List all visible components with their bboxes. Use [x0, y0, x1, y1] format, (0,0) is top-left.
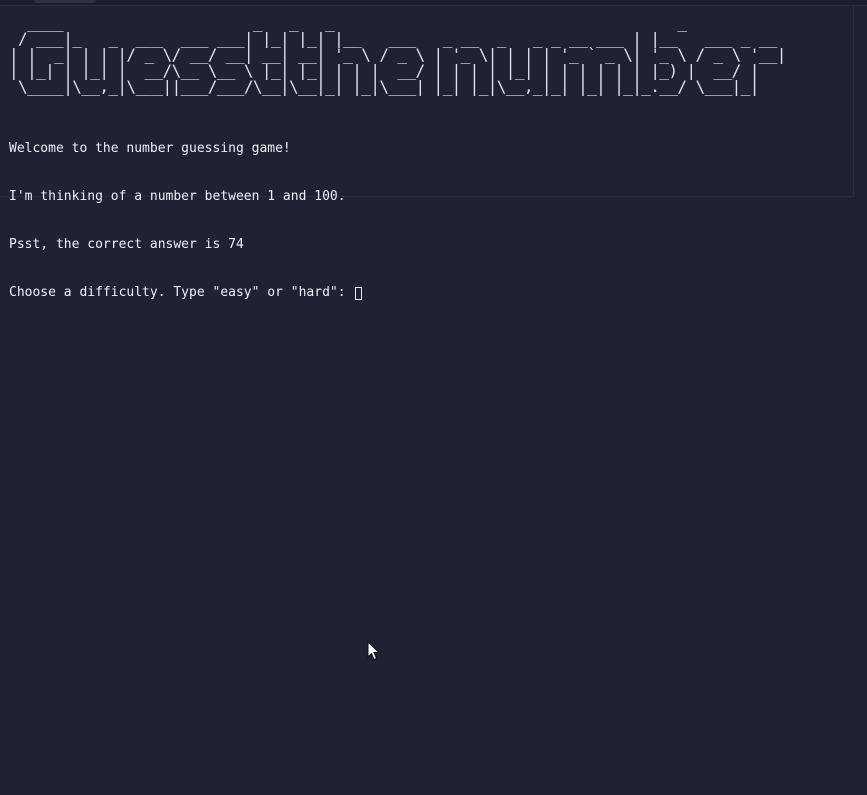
output-line-answer: Psst, the correct answer is 74 — [9, 237, 244, 252]
terminal-window: ____ _ _ _ _ / ___|_ _ ___ ___ ___| |_| … — [0, 0, 867, 795]
tab-stub[interactable] — [34, 0, 96, 3]
difficulty-prompt-line: Choose a difficulty. Type "easy" or "har… — [9, 285, 363, 301]
text-cursor[interactable] — [355, 286, 363, 300]
ascii-banner: ____ _ _ _ _ / ___|_ _ ___ ___ ___| |_| … — [9, 15, 786, 96]
output-line-range: I'm thinking of a number between 1 and 1… — [9, 189, 346, 204]
mouse-pointer-icon — [367, 641, 381, 661]
banner-line: \____|\__,_|\___||___/___/\__|\__|_| |_|… — [9, 77, 759, 96]
program-output: Welcome to the number guessing game! I'm… — [9, 109, 363, 333]
difficulty-prompt: Choose a difficulty. Type "easy" or "har… — [9, 285, 354, 300]
output-line-welcome: Welcome to the number guessing game! — [9, 141, 291, 156]
terminal-output-area[interactable]: ____ _ _ _ _ / ___|_ _ ___ ___ ___| |_| … — [0, 6, 854, 300]
